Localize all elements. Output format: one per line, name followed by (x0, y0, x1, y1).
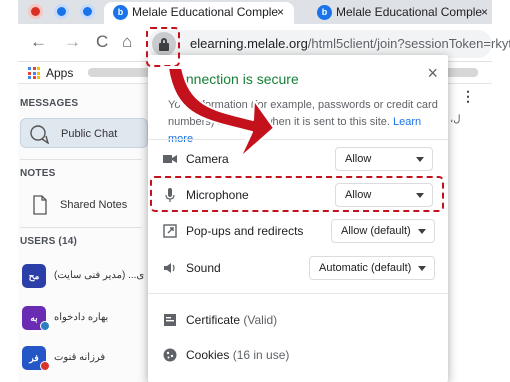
user-name: (مدیر فنی سایت) ...ی (54, 270, 145, 281)
address-bar[interactable]: elearning.melale.org/html5client/join?se… (148, 30, 510, 58)
url-text: elearning.melale.org/html5client/join?se… (190, 36, 510, 51)
home-icon[interactable]: ⌂ (122, 32, 132, 52)
user-name: فرزانه قنوت (54, 352, 106, 363)
divider (20, 159, 142, 160)
document-icon (33, 195, 47, 215)
divider (148, 139, 448, 140)
security-info-text: Your information (for example, passwords… (168, 97, 438, 148)
reload-icon[interactable]: C (96, 32, 108, 52)
close-icon[interactable]: × (481, 2, 488, 22)
certificate-icon (164, 314, 176, 326)
status-badge (40, 361, 50, 371)
notes-header: NOTES (20, 168, 56, 179)
lock-highlight-box (146, 27, 180, 67)
cookies-status: (16 in use) (232, 348, 290, 362)
chevron-down-icon (416, 157, 424, 162)
permission-row-sound: Sound Automatic (default) (148, 254, 448, 282)
apps-grid-icon[interactable] (28, 67, 40, 79)
popup-icon (163, 224, 177, 238)
sound-permission-select[interactable]: Automatic (default) (309, 256, 435, 280)
popup-title: Connection is secure (168, 71, 299, 87)
page-text: ،ل (450, 114, 461, 125)
site-info-popup: Connection is secure × Your information … (148, 55, 448, 382)
permission-row-popups: Pop-ups and redirects Allow (default) (148, 217, 448, 245)
permission-label: Sound (186, 261, 221, 275)
permission-label: Pop-ups and redirects (186, 224, 304, 238)
certificate-row[interactable]: Certificate (Valid) (148, 307, 448, 333)
cookies-text: Cookies (186, 348, 230, 362)
recording-tab-icon[interactable] (28, 4, 43, 19)
b-icon: b (317, 5, 332, 20)
permission-label: Camera (186, 152, 229, 166)
pinned-tab-icon-2[interactable] (80, 4, 95, 19)
users-header: USERS (14) (20, 236, 78, 247)
user-list-item[interactable]: به بهاره دادخواه (18, 306, 148, 334)
camera-permission-select[interactable]: Allow (335, 147, 433, 171)
certificate-label: Certificate (Valid) (186, 313, 277, 327)
select-value: Allow (default) (341, 225, 411, 237)
screenshot-stage: b Melale Educational Comple × b Melale E… (0, 0, 510, 382)
cookie-icon (163, 348, 177, 362)
divider (20, 227, 142, 228)
certificate-text: Certificate (186, 313, 241, 327)
cookies-label: Cookies (16 in use) (186, 348, 289, 362)
more-options-icon[interactable]: ⋮ (461, 89, 475, 103)
certificate-status: (Valid) (243, 313, 278, 327)
shared-notes-item[interactable]: Shared Notes (20, 190, 148, 220)
app-sidebar: MESSAGES Public Chat NOTES Shared Notes … (18, 84, 158, 382)
chevron-down-icon (418, 229, 426, 234)
apps-bookmark-label[interactable]: Apps (46, 66, 73, 80)
divider (148, 293, 448, 294)
messages-header: MESSAGES (20, 98, 79, 109)
pinned-tab-icon[interactable] (54, 4, 69, 19)
avatar: مح (22, 264, 46, 288)
user-list-item[interactable]: مح (مدیر فنی سایت) ...ی (18, 264, 148, 292)
cookies-row[interactable]: Cookies (16 in use) (148, 342, 448, 368)
public-chat-item[interactable]: Public Chat (20, 118, 148, 148)
select-value: Automatic (default) (319, 262, 412, 274)
forward-arrow-icon[interactable]: → (64, 32, 81, 52)
page-content-edge: ⋮ ،ل (446, 84, 492, 382)
sound-icon (164, 263, 175, 273)
tab-inactive[interactable]: b Melale Educational Comple × (308, 2, 492, 24)
camera-icon (163, 155, 177, 163)
select-value: Allow (345, 153, 372, 165)
tab-active[interactable]: b Melale Educational Comple × (104, 2, 294, 24)
tab-title: Melale Educational Comple (132, 5, 279, 19)
url-path: /html5client/join?sessionToken=rkytk (307, 36, 510, 51)
status-badge (40, 321, 50, 331)
microphone-highlight-box (150, 176, 444, 212)
b-icon: b (113, 5, 128, 20)
back-arrow-icon[interactable]: ← (30, 32, 47, 52)
user-list-item[interactable]: فر فرزانه قنوت (18, 346, 148, 374)
permission-row-camera: Camera Allow (148, 145, 448, 173)
url-host: elearning.melale.org (190, 36, 308, 51)
chevron-down-icon (418, 266, 426, 271)
close-icon[interactable]: × (277, 2, 284, 22)
shared-notes-label: Shared Notes (60, 199, 128, 211)
user-name: بهاره دادخواه (54, 312, 109, 323)
tab-strip: b Melale Educational Comple × b Melale E… (18, 0, 492, 24)
close-icon[interactable]: × (427, 63, 438, 84)
chat-bubbles-icon (30, 125, 50, 144)
tab-title: Melale Educational Comple (336, 5, 483, 19)
public-chat-label: Public Chat (61, 128, 118, 140)
popups-permission-select[interactable]: Allow (default) (331, 219, 435, 243)
